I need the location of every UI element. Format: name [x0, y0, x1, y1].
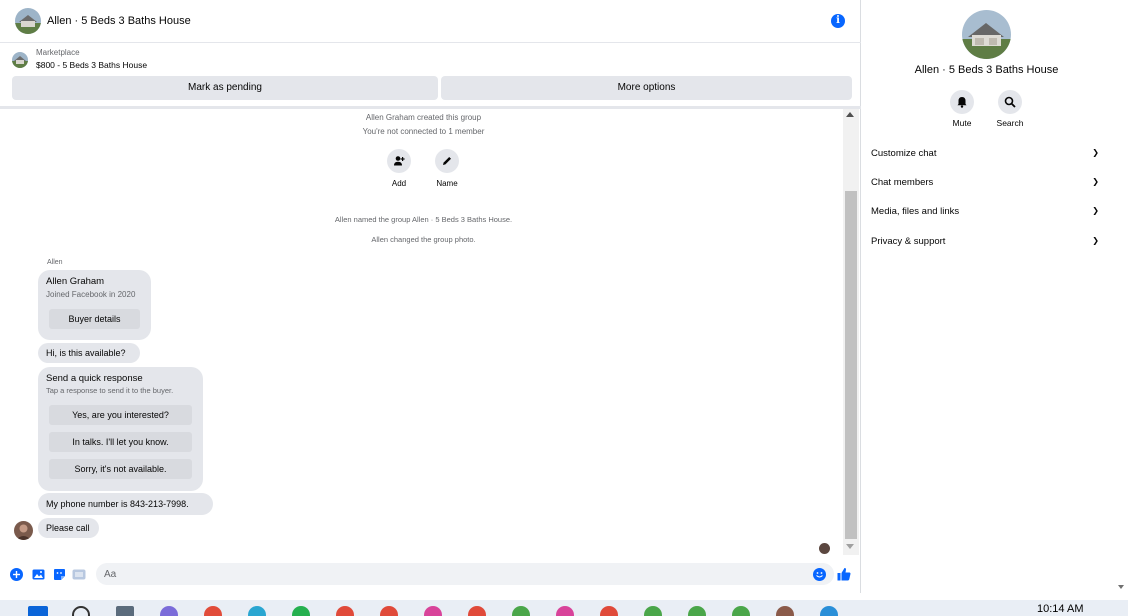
thumbs-up-icon[interactable]: [837, 567, 851, 581]
chevron-down-icon: ❯: [1092, 236, 1099, 245]
row-label: Chat members: [871, 177, 934, 188]
quick-response-subtitle: Tap a response to send it to the buyer.: [46, 386, 174, 395]
system-message-named: Allen named the group Allen · 5 Beds 3 B…: [334, 215, 513, 224]
row-label: Media, files and links: [871, 206, 960, 217]
chrome-icon[interactable]: [204, 606, 222, 616]
gif-icon[interactable]: [72, 567, 86, 581]
marketplace-label: Marketplace: [36, 48, 80, 57]
marketplace-bar: Marketplace $800 - 5 Beds 3 Baths House …: [0, 44, 861, 104]
taskbar: 10:14 AM: [0, 600, 1128, 616]
message-thread: Allen Graham created this group You're n…: [4, 109, 843, 561]
scroll-down-arrow-icon[interactable]: [846, 544, 854, 549]
chevron-down-icon: ❯: [1092, 177, 1099, 186]
group-avatar-large[interactable]: [962, 10, 1011, 59]
whatsapp-icon[interactable]: [292, 606, 310, 616]
search-icon[interactable]: [72, 606, 90, 616]
pencil-icon[interactable]: [435, 149, 459, 173]
search-action[interactable]: Search: [990, 90, 1030, 128]
bell-icon[interactable]: [950, 90, 974, 114]
group-avatar[interactable]: [15, 8, 41, 34]
row-label: Privacy & support: [871, 236, 946, 247]
scroll-down-arrow-icon[interactable]: [1118, 585, 1124, 589]
buyer-details-button[interactable]: Buyer details: [49, 309, 140, 329]
chrome-profile-icon[interactable]: [468, 606, 486, 616]
chevron-down-icon: ❯: [1092, 148, 1099, 157]
message-bubble: Please call: [38, 518, 99, 538]
chrome-profile-icon[interactable]: [336, 606, 354, 616]
quick-response-option[interactable]: In talks. I'll let you know.: [49, 432, 192, 452]
info-icon[interactable]: i: [831, 14, 845, 28]
add-member-action[interactable]: Add: [374, 149, 424, 188]
message-composer: [0, 561, 861, 588]
more-options-button[interactable]: More options: [441, 76, 852, 100]
chrome-profile-icon[interactable]: [600, 606, 618, 616]
media-files-links-row[interactable]: Media, files and links ❯: [871, 206, 1103, 222]
avatar[interactable]: [14, 521, 33, 540]
sticker-icon[interactable]: [52, 567, 66, 581]
customize-chat-row[interactable]: Customize chat ❯: [871, 148, 1103, 164]
scroll-up-arrow-icon[interactable]: [846, 112, 854, 117]
add-label: Add: [391, 179, 407, 188]
system-message-created: Allen Graham created this group: [365, 113, 482, 122]
app-icon[interactable]: [160, 606, 178, 616]
chrome-profile-icon[interactable]: [380, 606, 398, 616]
messenger-window: Allen · 5 Beds 3 Baths House i Marketpla…: [0, 0, 1128, 600]
chrome-profile-icon[interactable]: [644, 606, 662, 616]
quick-response-title: Send a quick response: [46, 373, 143, 384]
row-label: Customize chat: [871, 148, 937, 159]
sender-name: Allen: [47, 259, 63, 266]
mute-action[interactable]: Mute: [942, 90, 982, 128]
message-input[interactable]: [96, 563, 834, 585]
seen-receipt-avatar: [819, 543, 830, 554]
listing-title[interactable]: $800 - 5 Beds 3 Baths House: [36, 60, 147, 70]
search-label: Search: [996, 118, 1024, 128]
chat-title[interactable]: Allen · 5 Beds 3 Baths House: [47, 15, 191, 27]
chrome-profile-icon[interactable]: [688, 606, 706, 616]
quick-response-option[interactable]: Yes, are you interested?: [49, 405, 192, 425]
chat-members-row[interactable]: Chat members ❯: [871, 177, 1103, 193]
message-bubble: Hi, is this available?: [38, 343, 140, 363]
name-group-action[interactable]: Name: [422, 149, 472, 188]
system-message-not-connected: You're not connected to 1 member: [362, 127, 485, 136]
chat-header: Allen · 5 Beds 3 Baths House i: [0, 0, 861, 43]
task-view-icon[interactable]: [116, 606, 134, 616]
add-person-icon[interactable]: [387, 149, 411, 173]
privacy-support-row[interactable]: Privacy & support ❯: [871, 236, 1103, 252]
profile-joined: Joined Facebook in 2020: [46, 290, 136, 299]
chat-column: Allen · 5 Beds 3 Baths House i Marketpla…: [0, 0, 861, 593]
search-icon[interactable]: [998, 90, 1022, 114]
name-label: Name: [436, 179, 458, 188]
emoji-icon[interactable]: [812, 567, 826, 581]
info-panel-title: Allen · 5 Beds 3 Baths House: [914, 64, 1059, 76]
message-bubble: My phone number is 843-213-7998.: [38, 493, 213, 515]
chrome-profile-icon[interactable]: [556, 606, 574, 616]
taskbar-clock[interactable]: 10:14 AM: [1037, 603, 1083, 615]
chrome-profile-icon[interactable]: [424, 606, 442, 616]
page-scrollbar[interactable]: [1115, 0, 1128, 593]
thread-scrollbar[interactable]: [843, 109, 859, 555]
profile-card: Allen Graham Joined Facebook in 2020 Buy…: [38, 270, 151, 340]
scrollbar-thumb[interactable]: [845, 191, 857, 539]
chrome-profile-icon[interactable]: [776, 606, 794, 616]
listing-thumbnail[interactable]: [12, 52, 28, 68]
system-message-photo: Allen changed the group photo.: [371, 235, 476, 244]
photo-icon[interactable]: [31, 567, 45, 581]
chat-info-panel: Allen · 5 Beds 3 Baths House Mute Search…: [862, 0, 1114, 593]
profile-name: Allen Graham: [46, 276, 105, 287]
edge-icon[interactable]: [248, 606, 266, 616]
mark-as-pending-button[interactable]: Mark as pending: [12, 76, 438, 100]
plus-circle-icon[interactable]: [9, 567, 23, 581]
chrome-profile-icon[interactable]: [820, 606, 838, 616]
chrome-profile-icon[interactable]: [512, 606, 530, 616]
quick-response-card: Send a quick response Tap a response to …: [38, 367, 203, 491]
quick-response-option[interactable]: Sorry, it's not available.: [49, 459, 192, 479]
start-icon[interactable]: [28, 606, 48, 616]
mute-label: Mute: [952, 118, 972, 128]
chrome-profile-icon[interactable]: [732, 606, 750, 616]
chevron-down-icon: ❯: [1092, 206, 1099, 215]
